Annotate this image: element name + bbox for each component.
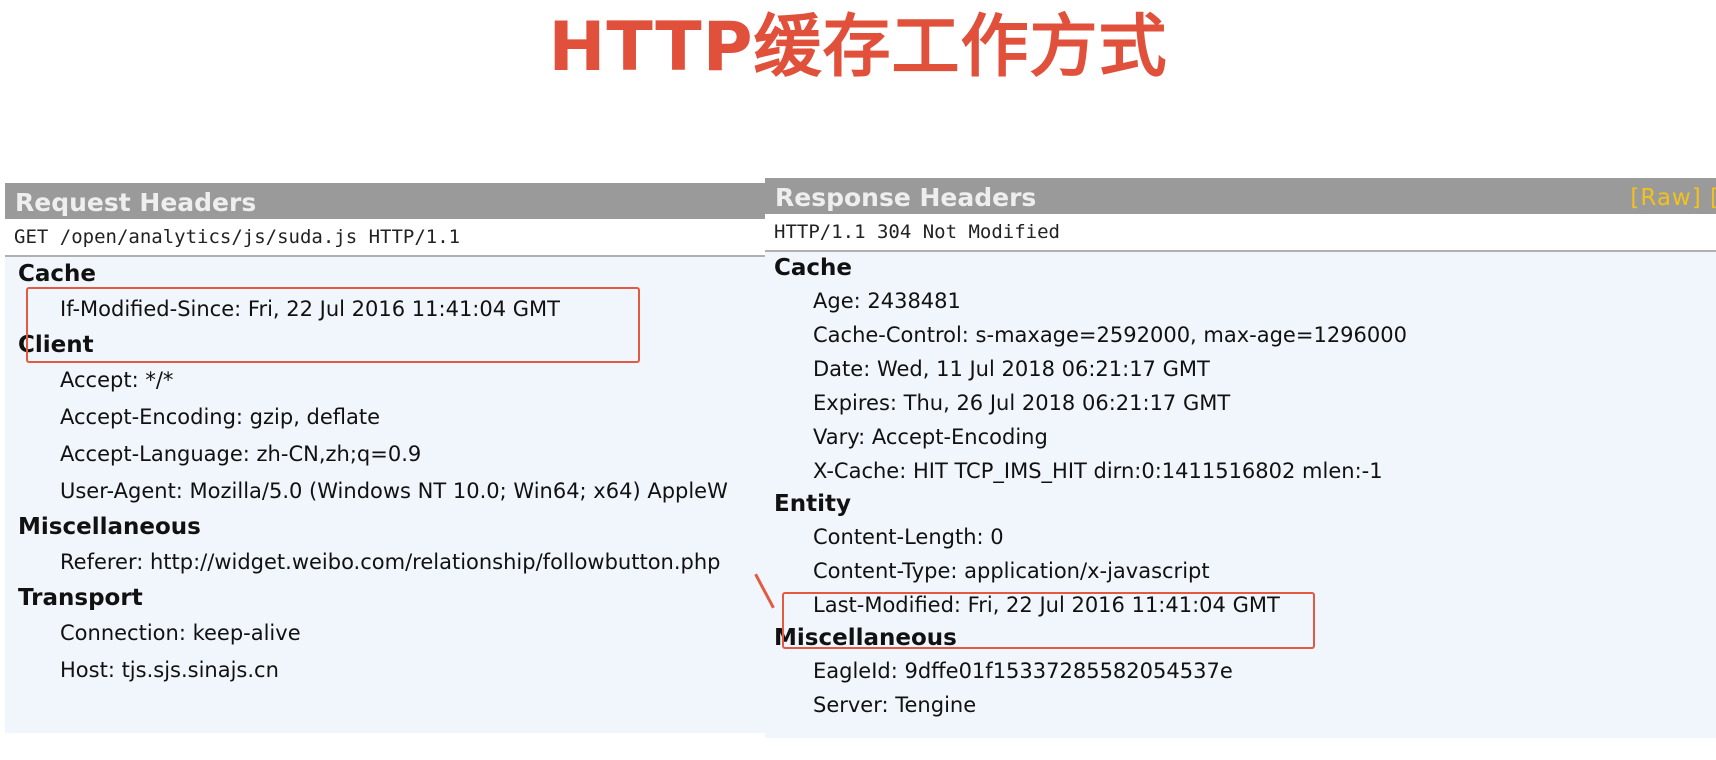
res-cache-control: Cache-Control: s-maxage=2592000, max-age… xyxy=(813,323,1407,347)
res-x-cache: X-Cache: HIT TCP_IMS_HIT dirn:0:14115168… xyxy=(813,459,1383,483)
res-date: Date: Wed, 11 Jul 2018 06:21:17 GMT xyxy=(813,357,1210,381)
req-section-cache[interactable]: Cache xyxy=(5,257,775,291)
slide-title: HTTP缓存工作方式 xyxy=(548,8,1168,87)
req-accept-encoding: Accept-Encoding: gzip, deflate xyxy=(60,405,381,429)
request-headers-panel: Request Headers GET /open/analytics/js/s… xyxy=(5,183,775,733)
if-modified-since-highlight xyxy=(26,287,640,363)
res-content-type: Content-Type: application/x-javascript xyxy=(813,559,1210,583)
req-referer: Referer: http://widget.weibo.com/relatio… xyxy=(60,550,721,574)
res-age: Age: 2438481 xyxy=(813,289,961,313)
res-section-cache[interactable]: Cache xyxy=(765,252,1716,284)
req-section-miscellaneous[interactable]: Miscellaneous xyxy=(5,510,775,544)
response-headers-title: Response Headers [Raw] [ xyxy=(765,178,1716,214)
raw-link[interactable]: [Raw] [ xyxy=(1630,178,1716,218)
request-line: GET /open/analytics/js/suda.js HTTP/1.1 xyxy=(5,219,775,257)
res-content-length: Content-Length: 0 xyxy=(813,525,1004,549)
last-modified-highlight xyxy=(782,592,1315,649)
response-headers-title-text: Response Headers xyxy=(775,183,1037,212)
res-server: Server: Tengine xyxy=(813,693,977,717)
res-vary: Vary: Accept-Encoding xyxy=(813,425,1048,449)
response-headers-panel: Response Headers [Raw] [ HTTP/1.1 304 No… xyxy=(765,178,1716,738)
req-connection: Connection: keep-alive xyxy=(60,621,301,645)
req-section-transport[interactable]: Transport xyxy=(5,581,775,615)
res-eagleid: EagleId: 9dffe01f15337285582054537e xyxy=(813,659,1233,683)
request-headers-title: Request Headers xyxy=(5,183,775,219)
req-accept-language: Accept-Language: zh-CN,zh;q=0.9 xyxy=(60,442,422,466)
status-line: HTTP/1.1 304 Not Modified xyxy=(765,214,1716,252)
req-host: Host: tjs.sjs.sinajs.cn xyxy=(60,658,279,682)
res-expires: Expires: Thu, 26 Jul 2018 06:21:17 GMT xyxy=(813,391,1231,415)
req-user-agent: User-Agent: Mozilla/5.0 (Windows NT 10.0… xyxy=(60,479,728,503)
res-section-entity[interactable]: Entity xyxy=(765,488,1716,520)
req-accept: Accept: */* xyxy=(60,368,174,392)
